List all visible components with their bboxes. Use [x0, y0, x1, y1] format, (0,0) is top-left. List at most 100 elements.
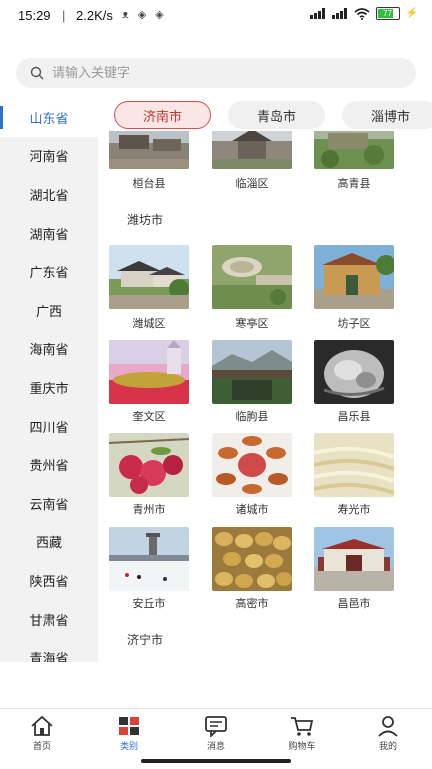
city-name[interactable]: 桓台县 [109, 175, 189, 191]
home-icon [31, 715, 53, 736]
status-bar: 15:29 | 2.2K/s ᴥ ◈ ◈ 77 ⚡ [0, 0, 432, 32]
nav-label: 类别 [119, 742, 138, 752]
sidebar-item-henan[interactable]: 河南省 [0, 137, 98, 176]
city-name[interactable]: 潍城区 [109, 315, 189, 331]
sidebar-item-label: 陕西省 [29, 574, 69, 590]
nav-label: 首页 [32, 742, 51, 752]
sidebar-item-label: 湖南省 [29, 227, 69, 243]
status-network-speed: 2.2K/s [76, 8, 113, 23]
city-name[interactable]: 寒亭区 [212, 315, 292, 331]
city-image-fangzi[interactable] [314, 245, 394, 309]
city-name[interactable]: 昌邑市 [314, 595, 394, 611]
nav-messages[interactable]: 消息 [186, 715, 246, 752]
sidebar-item-xizang[interactable]: 西藏 [0, 523, 98, 562]
sidebar-item-label: 河南省 [29, 150, 69, 166]
nav-label: 消息 [206, 742, 225, 752]
city-image-top-3[interactable] [314, 131, 394, 169]
charging-icon: ⚡ [405, 8, 418, 19]
sidebar-item-label: 山东省 [29, 111, 69, 127]
sidebar-item-gansu[interactable]: 甘肃省 [0, 600, 98, 639]
sidebar-item-guangxi[interactable]: 广西 [0, 291, 98, 330]
sidebar-item-guizhou[interactable]: 贵州省 [0, 445, 98, 484]
sidebar-item-hubei[interactable]: 湖北省 [0, 175, 98, 214]
city-name[interactable]: 奎文区 [109, 408, 189, 424]
notification-icons: ᴥ ◈ ◈ [122, 9, 167, 21]
city-name[interactable]: 坊子区 [314, 315, 394, 331]
sidebar-item-label: 青海省 [29, 652, 69, 662]
city-image-changle[interactable] [314, 340, 394, 404]
tab-zibo[interactable]: 淄博市 [342, 101, 432, 129]
city-name[interactable]: 临朐县 [212, 408, 292, 424]
sidebar-item-label: 四川省 [29, 420, 69, 436]
sidebar-item-label: 贵州省 [29, 459, 69, 475]
wifi-icon [354, 7, 370, 20]
sidebar-item-label: 广西 [35, 304, 62, 320]
tab-qingdao[interactable]: 青岛市 [228, 101, 325, 129]
sidebar-item-chongqing[interactable]: 重庆市 [0, 368, 98, 407]
home-indicator[interactable] [141, 759, 291, 763]
sidebar-item-shaanxi[interactable]: 陕西省 [0, 561, 98, 600]
group-title-weifang: 潍坊市 [127, 213, 164, 227]
nav-home[interactable]: 首页 [12, 715, 72, 752]
signal-icon-2 [331, 8, 347, 19]
tab-label: 青岛市 [256, 109, 296, 125]
search-bar[interactable] [16, 58, 416, 88]
sidebar-item-label: 海南省 [29, 343, 69, 359]
sidebar-item-guangdong[interactable]: 广东省 [0, 252, 98, 291]
city-image-top-2[interactable] [212, 131, 292, 169]
sidebar-item-yunnan[interactable]: 云南省 [0, 484, 98, 523]
search-input[interactable] [50, 64, 374, 82]
status-right-icons: 77 ⚡ [309, 7, 418, 20]
province-sidebar[interactable]: 山东省 河南省 湖北省 湖南省 广东省 广西 海南省 重庆市 四川省 贵州省 云… [0, 98, 98, 662]
sidebar-item-hainan[interactable]: 海南省 [0, 330, 98, 369]
sidebar-item-label: 重庆市 [29, 381, 69, 397]
search-icon [30, 66, 44, 80]
sidebar-item-label: 西藏 [35, 536, 62, 552]
category-icon [119, 717, 139, 735]
sidebar-item-sichuan[interactable]: 四川省 [0, 407, 98, 446]
battery-level: 77 [383, 9, 392, 18]
city-image-zhucheng[interactable] [212, 433, 292, 497]
nav-cart[interactable]: 购物车 [272, 715, 332, 752]
city-name[interactable]: 青州市 [109, 501, 189, 517]
city-name[interactable]: 昌乐县 [314, 408, 394, 424]
sidebar-item-label: 湖北省 [29, 188, 69, 204]
city-image-qingzhou[interactable] [109, 433, 189, 497]
sidebar-item-label: 广东省 [29, 266, 69, 282]
city-tabs: 济南市 青岛市 淄博市 [114, 101, 432, 131]
city-name[interactable]: 诸城市 [212, 501, 292, 517]
nav-profile[interactable]: 我的 [358, 715, 418, 752]
sidebar-item-qinghai[interactable]: 青海省 [0, 638, 98, 662]
city-content: 桓台县 临淄区 高青县 潍坊市 潍城区 寒亭区 坊子区 奎文区 临朐县 昌乐县 … [98, 131, 432, 662]
city-image-shouguang[interactable] [314, 433, 394, 497]
city-image-changyi[interactable] [314, 527, 394, 591]
battery-icon: 77 [375, 7, 400, 20]
status-separator: | [62, 8, 66, 23]
sidebar-item-hunan[interactable]: 湖南省 [0, 214, 98, 253]
city-image-hanting[interactable] [212, 245, 292, 309]
city-name[interactable]: 安丘市 [109, 595, 189, 611]
city-image-top-1[interactable] [109, 131, 189, 169]
message-icon [205, 716, 227, 737]
nav-category[interactable]: 类别 [99, 715, 159, 752]
city-name[interactable]: 高密市 [212, 595, 292, 611]
sidebar-item-label: 甘肃省 [29, 613, 69, 629]
city-image-gaomi[interactable] [212, 527, 292, 591]
tab-jinan[interactable]: 济南市 [114, 101, 211, 129]
city-image-kuiwen[interactable] [109, 340, 189, 404]
city-name[interactable]: 临淄区 [212, 175, 292, 191]
nav-label: 购物车 [288, 742, 316, 752]
signal-icon [309, 8, 325, 19]
sidebar-item-shandong[interactable]: 山东省 [0, 98, 98, 137]
nav-label: 我的 [378, 742, 397, 752]
cart-icon [291, 717, 314, 736]
sidebar-item-label: 云南省 [29, 497, 69, 513]
city-name[interactable]: 高青县 [314, 175, 394, 191]
city-image-weicheng[interactable] [109, 245, 189, 309]
profile-icon [378, 716, 398, 737]
city-image-anqiu[interactable] [109, 527, 189, 591]
status-time: 15:29 [18, 8, 51, 23]
city-image-linqu[interactable] [212, 340, 292, 404]
group-title-jining: 济宁市 [127, 633, 164, 647]
city-name[interactable]: 寿光市 [314, 501, 394, 517]
